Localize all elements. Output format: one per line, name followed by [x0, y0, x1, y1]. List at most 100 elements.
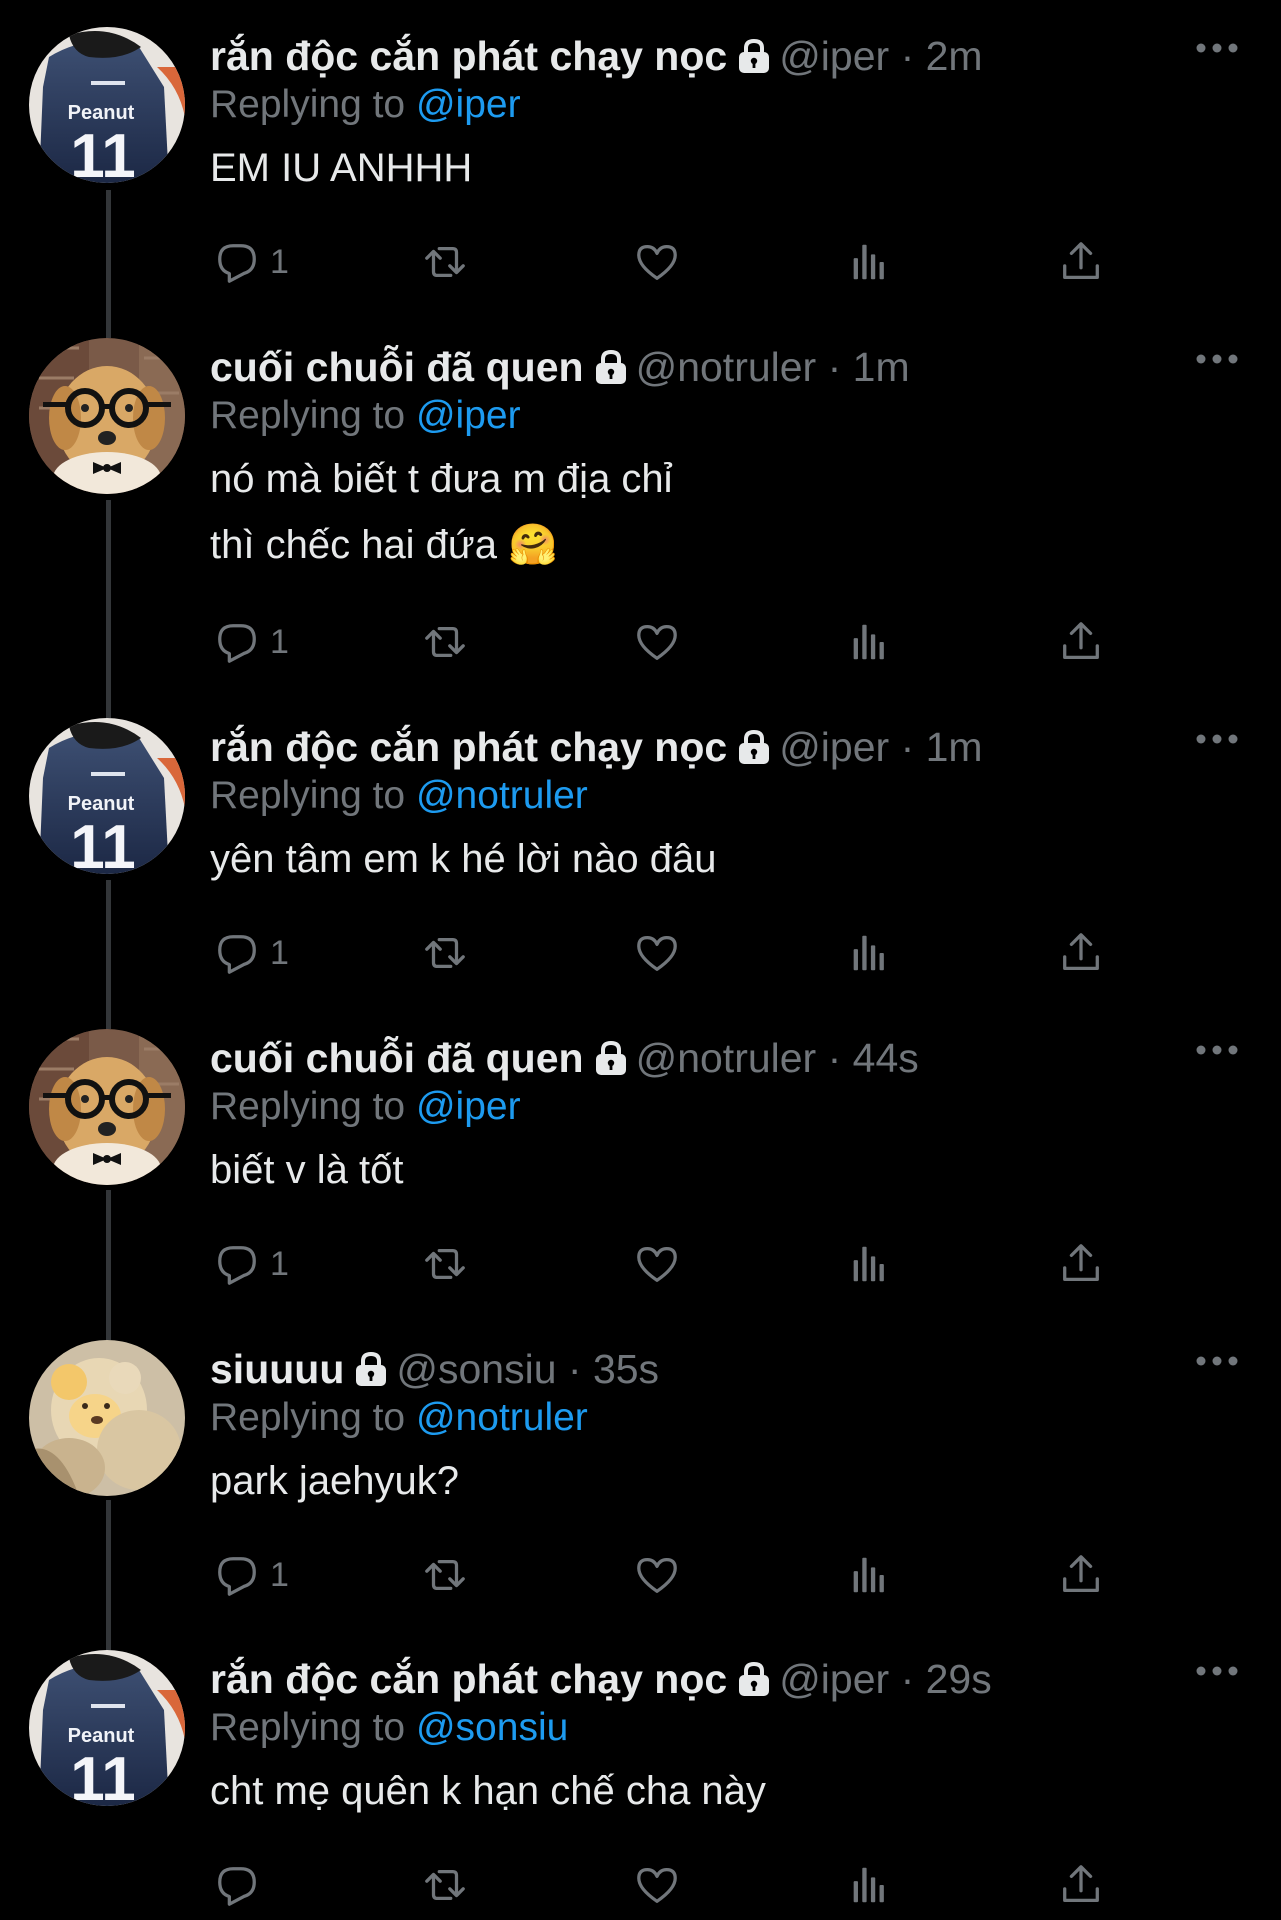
like-icon	[634, 1241, 680, 1287]
more-options-icon[interactable]	[1195, 1661, 1239, 1681]
replying-mention-link[interactable]: @iper	[416, 83, 521, 126]
replying-to: Replying to @iper	[210, 81, 1241, 129]
handle[interactable]: @iper	[779, 724, 889, 770]
jersey-name: Peanut	[68, 1725, 135, 1747]
reply-icon	[214, 619, 260, 665]
reply-icon	[214, 239, 260, 285]
views-button[interactable]	[846, 1545, 892, 1605]
retweet-button[interactable]	[422, 612, 468, 672]
tweet[interactable]: cuối chuỗi đã quen @notruler · 1m Replyi…	[0, 311, 1281, 691]
tweet-text-line: cht mẹ quên k hạn chế cha này	[210, 1769, 766, 1813]
like-icon	[634, 619, 680, 665]
avatar[interactable]: Peanut 11	[29, 27, 185, 183]
views-icon	[846, 930, 892, 976]
timestamp[interactable]: 1m	[853, 344, 910, 390]
retweet-icon	[422, 239, 468, 285]
reply-button[interactable]: 1	[214, 1234, 289, 1294]
tweet-text-line: park jaehyuk?	[210, 1459, 460, 1503]
tweet[interactable]: Peanut 11 rắn độc cắn phát chạy nọc @ipe…	[0, 691, 1281, 1002]
handle[interactable]: @notruler	[636, 1035, 817, 1081]
views-button[interactable]	[846, 923, 892, 983]
tweet-text-line: yên tâm em k hé lời nào đâu	[210, 837, 717, 881]
more-options-icon[interactable]	[1195, 729, 1239, 749]
views-icon	[846, 1241, 892, 1287]
replying-mention-link[interactable]: @sonsiu	[416, 1706, 568, 1749]
handle[interactable]: @notruler	[636, 344, 817, 390]
like-button[interactable]	[634, 612, 680, 672]
like-button[interactable]	[634, 232, 680, 292]
display-name[interactable]: cuối chuỗi đã quen	[210, 344, 584, 390]
protected-lock-icon	[739, 730, 770, 765]
display-name[interactable]: rắn độc cắn phát chạy nọc	[210, 33, 727, 79]
avatar[interactable]	[29, 1029, 185, 1185]
share-icon	[1058, 1241, 1104, 1287]
tweet-text-line: biết v là tốt	[210, 1148, 404, 1192]
replying-mention-link[interactable]: @notruler	[416, 774, 588, 817]
like-button[interactable]	[634, 1855, 680, 1915]
avatar[interactable]: Peanut 11	[29, 1650, 185, 1806]
reply-button[interactable]: 1	[214, 612, 289, 672]
tweet-actions: 1	[210, 1234, 1130, 1294]
handle[interactable]: @iper	[779, 33, 889, 79]
display-name[interactable]: siuuuu	[210, 1346, 344, 1392]
timestamp[interactable]: 1m	[926, 724, 983, 770]
reply-button[interactable]	[214, 1855, 270, 1915]
replying-mention-link[interactable]: @iper	[416, 1085, 521, 1128]
tweet-text-line: thì chếc hai đứa 🤗	[210, 523, 558, 567]
avatar[interactable]	[29, 1340, 185, 1496]
reply-icon	[214, 1862, 260, 1908]
timestamp[interactable]: 2m	[926, 33, 983, 79]
replying-mention-link[interactable]: @notruler	[416, 1396, 588, 1439]
views-icon	[846, 1552, 892, 1598]
tweet[interactable]: Peanut 11 rắn độc cắn phát chạy nọc @ipe…	[0, 0, 1281, 311]
tweet[interactable]: Peanut 11 rắn độc cắn phát chạy nọc @ipe…	[0, 1623, 1281, 1920]
retweet-button[interactable]	[422, 1855, 468, 1915]
like-button[interactable]	[634, 1545, 680, 1605]
display-name[interactable]: cuối chuỗi đã quen	[210, 1035, 584, 1081]
retweet-button[interactable]	[422, 1545, 468, 1605]
avatar[interactable]: Peanut 11	[29, 718, 185, 874]
retweet-button[interactable]	[422, 1234, 468, 1294]
reply-button[interactable]: 1	[214, 1545, 289, 1605]
avatar[interactable]	[29, 338, 185, 494]
retweet-icon	[422, 619, 468, 665]
views-button[interactable]	[846, 232, 892, 292]
share-button[interactable]	[1058, 1855, 1104, 1915]
more-options-icon[interactable]	[1195, 38, 1239, 58]
reply-button[interactable]: 1	[214, 923, 289, 983]
views-button[interactable]	[846, 1234, 892, 1294]
retweet-button[interactable]	[422, 923, 468, 983]
share-icon	[1058, 1552, 1104, 1598]
more-options-icon[interactable]	[1195, 1351, 1239, 1371]
views-icon	[846, 619, 892, 665]
handle[interactable]: @iper	[779, 1656, 889, 1702]
share-button[interactable]	[1058, 1545, 1104, 1605]
replying-mention-link[interactable]: @iper	[416, 394, 521, 437]
tweet-text-line: nó mà biết t đưa m địa chỉ	[210, 457, 673, 501]
display-name[interactable]: rắn độc cắn phát chạy nọc	[210, 724, 727, 770]
handle[interactable]: @sonsiu	[396, 1346, 556, 1392]
tweet[interactable]: cuối chuỗi đã quen @notruler · 44s Reply…	[0, 1002, 1281, 1313]
display-name[interactable]: rắn độc cắn phát chạy nọc	[210, 1656, 727, 1702]
more-options-icon[interactable]	[1195, 1040, 1239, 1060]
tweet[interactable]: siuuuu @sonsiu · 35s Replying to @notrul…	[0, 1313, 1281, 1623]
reply-button[interactable]: 1	[214, 232, 289, 292]
retweet-icon	[422, 930, 468, 976]
timestamp[interactable]: 29s	[926, 1656, 992, 1702]
like-button[interactable]	[634, 923, 680, 983]
like-button[interactable]	[634, 1234, 680, 1294]
replying-label: Replying to	[210, 1085, 406, 1128]
share-button[interactable]	[1058, 232, 1104, 292]
views-button[interactable]	[846, 1855, 892, 1915]
views-button[interactable]	[846, 612, 892, 672]
share-button[interactable]	[1058, 612, 1104, 672]
more-options-icon[interactable]	[1195, 349, 1239, 369]
share-button[interactable]	[1058, 923, 1104, 983]
share-button[interactable]	[1058, 1234, 1104, 1294]
protected-lock-icon	[739, 1662, 770, 1697]
retweet-icon	[422, 1862, 468, 1908]
timestamp[interactable]: 35s	[593, 1346, 659, 1392]
retweet-button[interactable]	[422, 232, 468, 292]
tweet-text: yên tâm em k hé lời nào đâu	[210, 826, 1241, 892]
timestamp[interactable]: 44s	[853, 1035, 919, 1081]
